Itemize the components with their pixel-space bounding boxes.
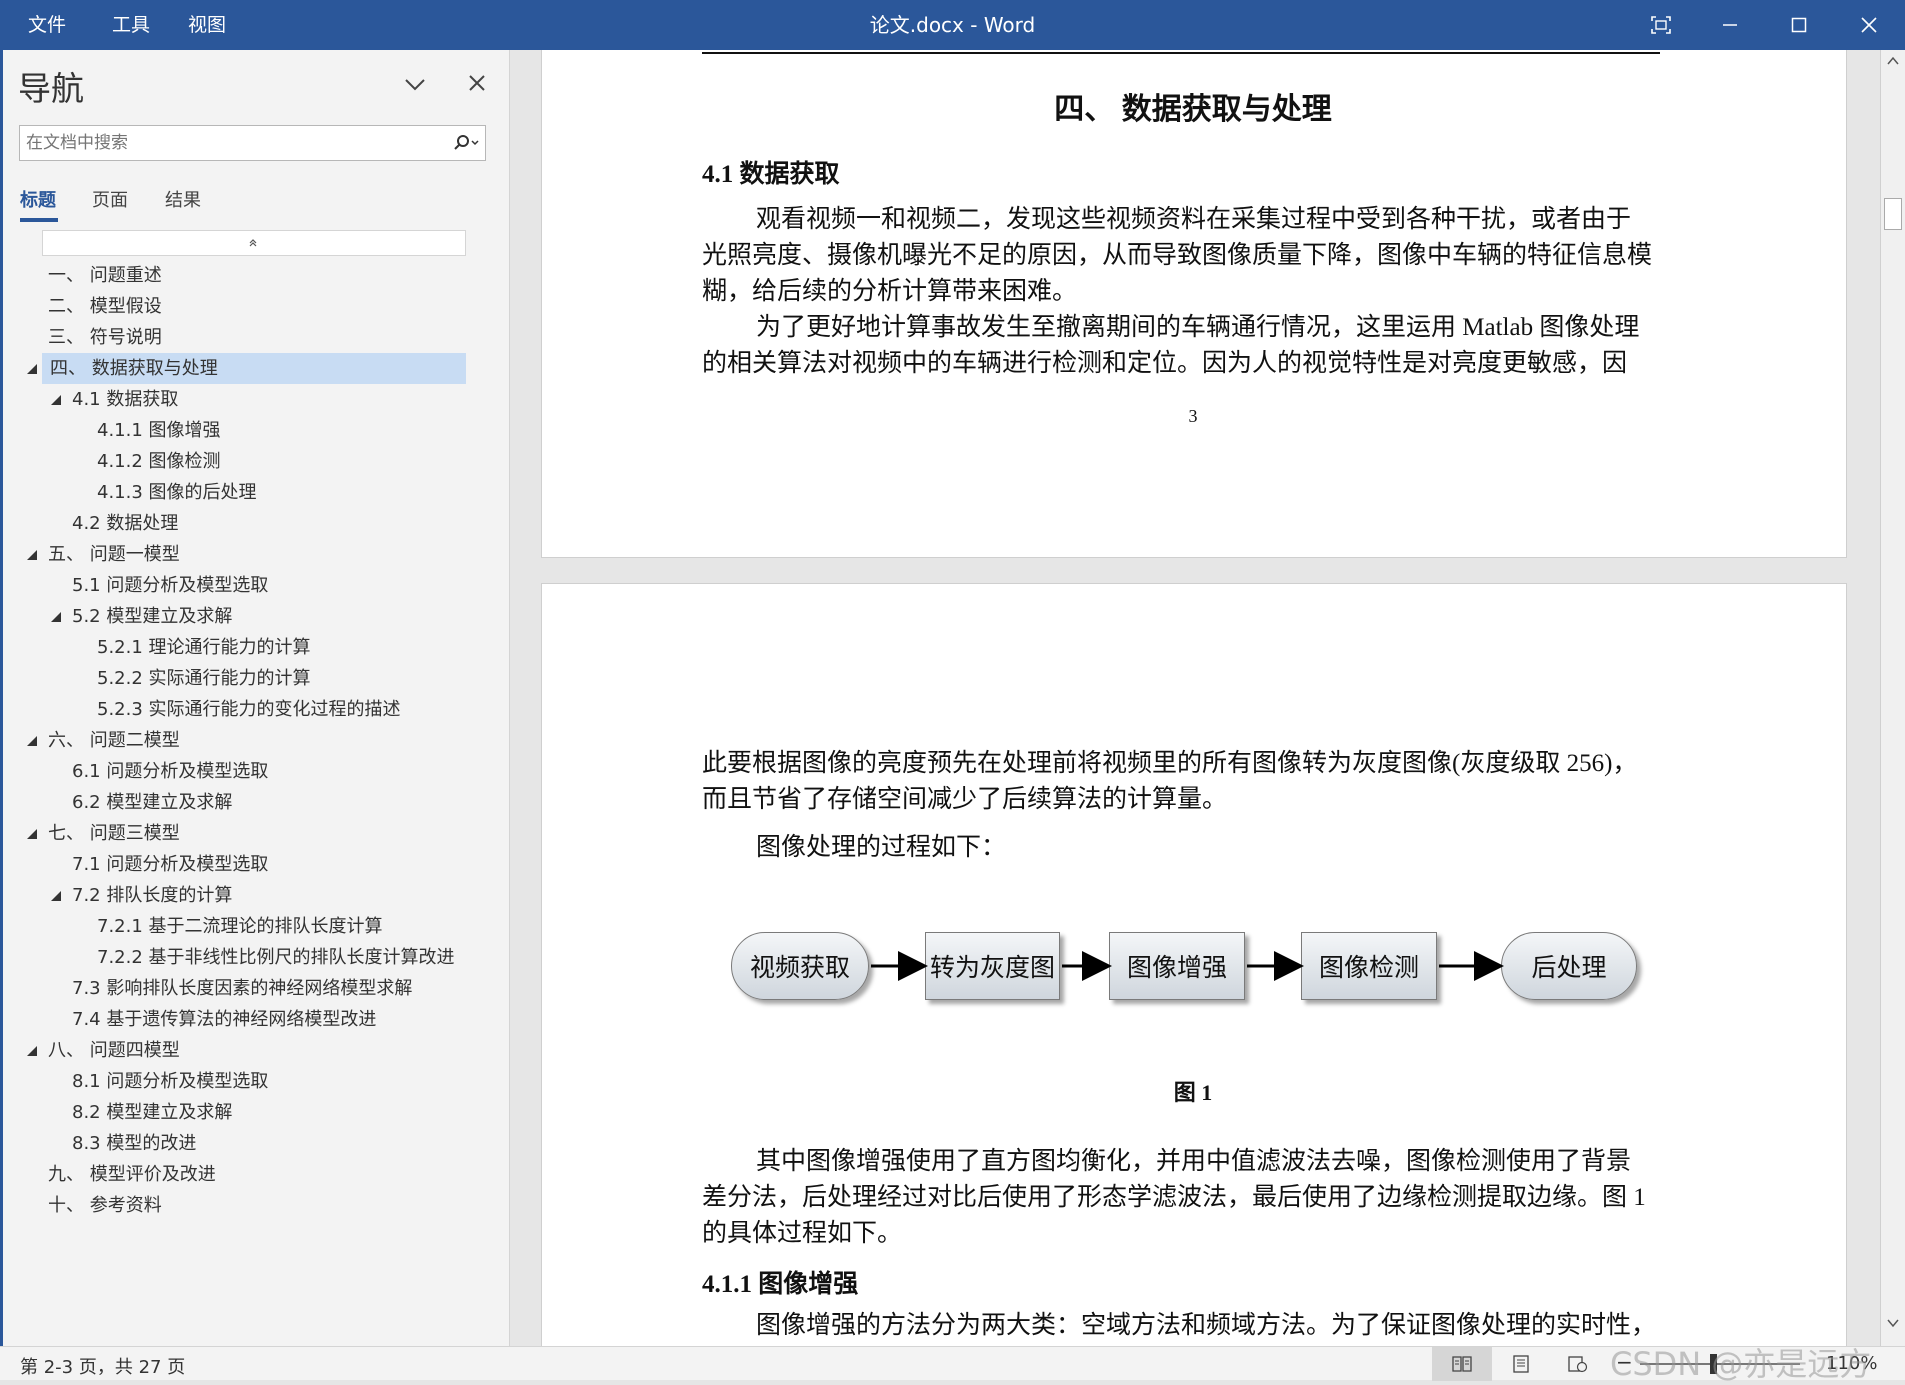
- paragraph: 其中图像增强使用了直方图均衡化，并用中值滤波法去噪，图像检测使用了背景: [756, 1148, 1632, 1175]
- status-bar: 第 2-3 页，共 27 页 − 110% CSDN @亦是远方: [0, 1345, 1905, 1383]
- watermark: CSDN @亦是远方: [1610, 1345, 1872, 1383]
- print-layout-button[interactable]: [1498, 1347, 1546, 1381]
- page-count-status[interactable]: 第 2-3 页，共 27 页: [20, 1353, 185, 1379]
- paragraph-line: 差分法，后处理经过对比后使用了形态学滤波法，最后使用了边缘检测提取边缘。图 1: [702, 1184, 1646, 1211]
- web-layout-icon: [1568, 1356, 1588, 1373]
- web-layout-button[interactable]: [1554, 1347, 1602, 1381]
- read-mode-icon: [1452, 1356, 1472, 1372]
- print-layout-icon: [1513, 1355, 1529, 1373]
- scrollbar-thumb[interactable]: [1884, 198, 1902, 230]
- paragraph-line: 的具体过程如下。: [702, 1220, 903, 1247]
- paragraph: 图像增强的方法分为两大类：空域方法和频域方法。为了保证图像处理的实时性，: [756, 1312, 1657, 1339]
- vertical-scrollbar[interactable]: [1880, 50, 1905, 1346]
- scroll-up-icon: [1887, 56, 1899, 65]
- scroll-down-icon: [1887, 1319, 1899, 1328]
- figure-caption: 图 1: [1173, 1080, 1213, 1105]
- read-mode-button[interactable]: [1432, 1347, 1492, 1381]
- subsection-heading: 4.1.1 图像增强: [702, 1271, 859, 1298]
